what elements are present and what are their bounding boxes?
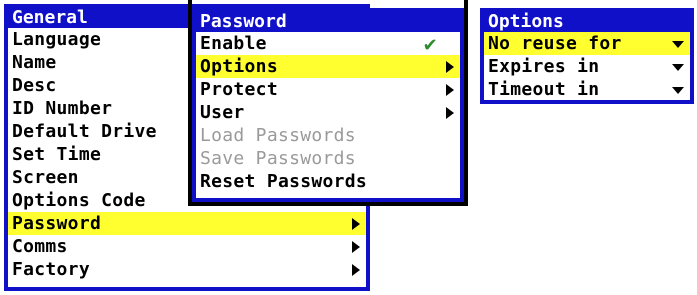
- menu-item-expires-in[interactable]: Expires in: [484, 55, 690, 78]
- submenu-arrow-icon: [352, 264, 360, 276]
- menu-item-options[interactable]: Options: [196, 55, 460, 78]
- password-menu-shadow-bottom: [188, 202, 468, 206]
- menu-item-enable[interactable]: Enable ✔: [196, 32, 460, 56]
- submenu-arrow-icon: [352, 241, 360, 253]
- submenu-arrow-icon: [352, 218, 360, 230]
- password-menu-title: Password: [196, 12, 460, 32]
- password-menu: Password Enable ✔ Options Protect User Lo…: [192, 8, 464, 202]
- menu-item-password[interactable]: Password: [8, 212, 366, 235]
- dropdown-arrow-icon: [672, 64, 684, 71]
- menu-item-timeout-in[interactable]: Timeout in: [484, 78, 690, 101]
- submenu-arrow-icon: [446, 84, 454, 96]
- options-menu-title: Options: [484, 12, 690, 32]
- menu-item-reset-passwords[interactable]: Reset Passwords: [196, 170, 460, 193]
- submenu-arrow-icon: [446, 61, 454, 73]
- menu-item-user[interactable]: User: [196, 101, 460, 124]
- dropdown-arrow-icon: [672, 87, 684, 94]
- menu-item-factory[interactable]: Factory: [8, 258, 366, 281]
- menu-item-save-passwords: Save Passwords: [200, 148, 356, 169]
- menu-item-protect[interactable]: Protect: [196, 78, 460, 101]
- menu-item-comms[interactable]: Comms: [8, 235, 366, 258]
- dropdown-arrow-icon: [672, 41, 684, 48]
- options-menu: Options No reuse for Expires in Timeout …: [480, 8, 694, 104]
- password-menu-shadow-right: [464, 0, 468, 206]
- menu-item-no-reuse-for[interactable]: No reuse for: [484, 32, 690, 55]
- menu-item-load-passwords: Load Passwords: [200, 125, 356, 146]
- checkmark-icon: ✔: [422, 35, 438, 56]
- submenu-arrow-icon: [446, 107, 454, 119]
